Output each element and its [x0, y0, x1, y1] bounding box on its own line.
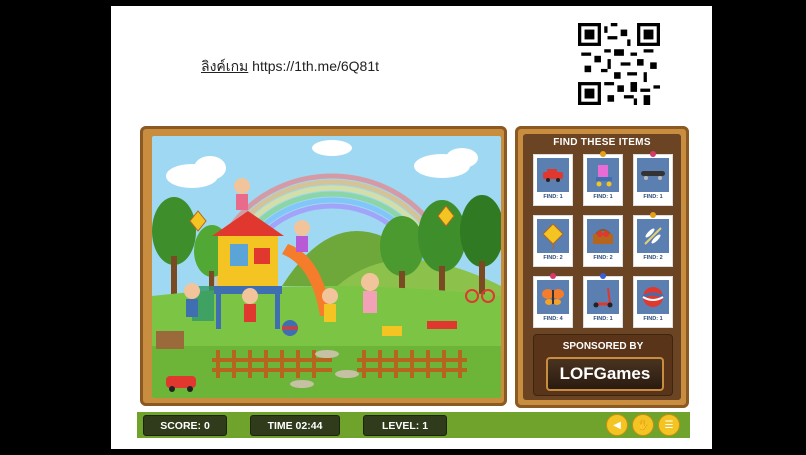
- menu-button[interactable]: ☰: [658, 414, 680, 436]
- sponsor-label: SPONSORED BY: [562, 341, 644, 352]
- pin-icon: [650, 212, 656, 218]
- lofgames-logo[interactable]: LOFGames: [546, 357, 664, 391]
- find-count: FIND: 2: [593, 255, 613, 261]
- level-display: LEVEL: 1: [363, 415, 447, 436]
- item-card-dragonfly: FIND: 2: [633, 212, 673, 267]
- item-card-ball: FIND: 1: [633, 276, 673, 328]
- item-card-picnic-basket: FIND: 2: [583, 215, 623, 267]
- find-count: FIND: 2: [643, 255, 663, 261]
- pin-icon: [650, 151, 656, 157]
- sponsor-box[interactable]: SPONSORED BY LOFGames: [533, 334, 673, 396]
- item-card-butterfly: FIND: 4: [533, 273, 573, 328]
- speaker-icon: ◀: [613, 419, 621, 431]
- find-count: FIND: 1: [643, 316, 663, 322]
- menu-icon: ☰: [664, 419, 674, 431]
- pin-icon: [600, 273, 606, 279]
- scooter-icon: [587, 280, 619, 314]
- sound-button[interactable]: ◀: [606, 414, 628, 436]
- find-count: FIND: 2: [543, 255, 563, 261]
- score-display: SCORE: 0: [143, 415, 227, 436]
- car-icon: [537, 158, 569, 192]
- items-panel: FIND THESE ITEMS FIND: 1 FIND: 1 FIND: 1 FI…: [515, 126, 689, 408]
- status-bar: SCORE: 0 TIME 02:44 LEVEL: 1 ◀ ✋ ☰: [137, 412, 690, 438]
- item-card-car: FIND: 1: [533, 154, 573, 206]
- find-count: FIND: 1: [593, 194, 613, 200]
- pin-icon: [600, 151, 606, 157]
- ball-icon: [637, 280, 669, 314]
- basket-icon: [587, 219, 619, 253]
- scene-frame: [140, 126, 507, 406]
- link-prefix: ลิงค์เกม: [201, 58, 249, 74]
- item-card-kite: FIND: 2: [533, 215, 573, 267]
- find-count: FIND: 1: [543, 194, 563, 200]
- dragonfly-icon: [637, 219, 669, 253]
- panel-title: FIND THESE ITEMS: [553, 137, 651, 148]
- playground-scene[interactable]: [152, 136, 501, 398]
- find-count: FIND: 4: [543, 316, 563, 322]
- game-link[interactable]: ลิงค์เกม https://1th.me/6Q81t: [201, 56, 379, 78]
- item-card-scooter: FIND: 1: [583, 273, 623, 328]
- pin-icon: [550, 273, 556, 279]
- items-panel-inner: FIND THESE ITEMS FIND: 1 FIND: 1 FIND: 1 FI…: [523, 134, 681, 400]
- qr-code: [578, 23, 660, 105]
- item-card-skateboard: FIND: 1: [633, 151, 673, 206]
- find-count: FIND: 1: [593, 316, 613, 322]
- find-count: FIND: 1: [643, 194, 663, 200]
- hint-button[interactable]: ✋: [632, 414, 654, 436]
- hand-icon: ✋: [636, 419, 650, 431]
- link-url[interactable]: https://1th.me/6Q81t: [252, 58, 379, 74]
- item-card-roller-skate: FIND: 1: [583, 151, 623, 206]
- roller-skate-icon: [587, 158, 619, 192]
- kite-icon: [537, 219, 569, 253]
- time-display: TIME 02:44: [250, 415, 340, 436]
- skateboard-icon: [637, 158, 669, 192]
- slide: ลิงค์เกม https://1th.me/6Q81t FIND THESE…: [111, 6, 712, 449]
- butterfly-icon: [537, 280, 569, 314]
- game-window: FIND THESE ITEMS FIND: 1 FIND: 1 FIND: 1 FI…: [137, 123, 690, 439]
